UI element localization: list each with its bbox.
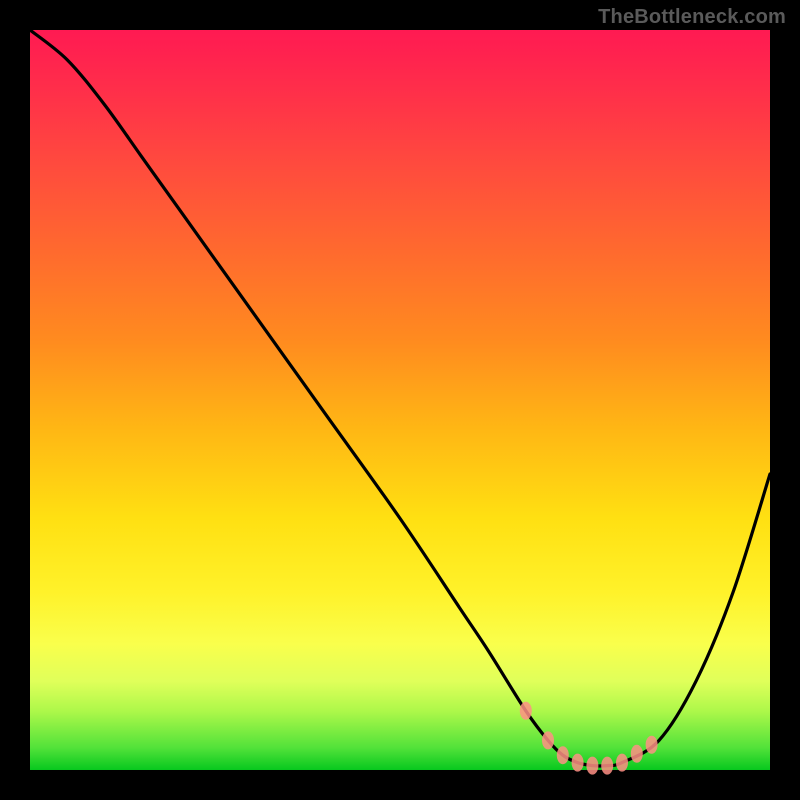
curve-marker: [557, 746, 569, 764]
curve-marker: [616, 754, 628, 772]
chart-frame: TheBottleneck.com: [0, 0, 800, 800]
curve-svg: [30, 30, 770, 770]
curve-marker: [646, 736, 658, 754]
curve-marker: [572, 754, 584, 772]
curve-marker: [601, 757, 613, 775]
curve-marker: [631, 745, 643, 763]
curve-marker: [586, 757, 598, 775]
curve-marker: [542, 731, 554, 749]
curve-marker: [520, 702, 532, 720]
plot-area: [30, 30, 770, 770]
marker-group: [520, 702, 658, 775]
watermark-text: TheBottleneck.com: [598, 6, 786, 29]
bottleneck-curve-path: [30, 30, 770, 766]
